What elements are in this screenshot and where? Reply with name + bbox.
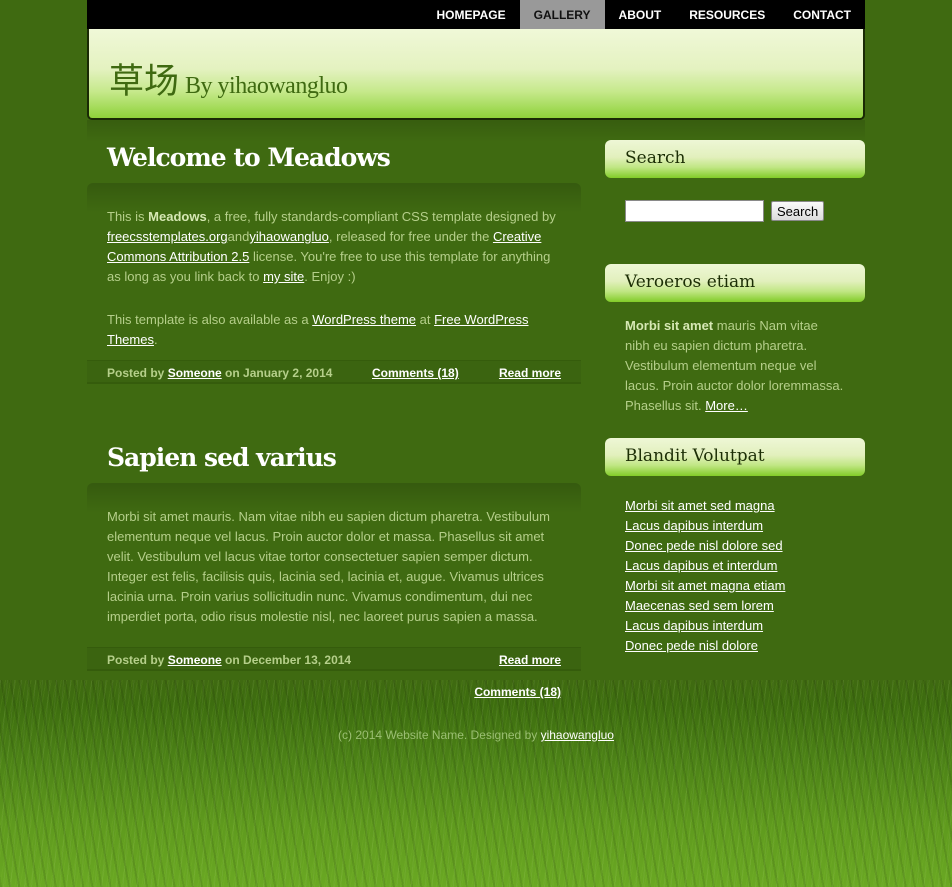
nav-contact[interactable]: CONTACT [779,0,865,30]
link-yihaowangluo[interactable]: yihaowangluo [249,229,329,244]
top-nav-bar: HOMEPAGE GALLERY ABOUT RESOURCES CONTACT [87,0,865,30]
post-entry: This is Meadows, a free, fully standards… [87,183,581,360]
site-footer: (c) 2014 Website Name. Designed by yihao… [0,728,952,742]
bold-text: Meadows [148,209,207,224]
bold-text: Morbi sit amet [625,318,714,333]
sidebar-veroeros: Veroeros etiam Morbi sit amet mauris Nam… [605,264,865,416]
veroeros-text: Morbi sit amet mauris Nam vitae nibh eu … [625,316,845,416]
search-button[interactable]: Search [771,201,825,221]
posted-by-label: Posted by [107,366,168,380]
site-subtitle: By yihaowangluo [185,73,348,99]
list-item: Morbi sit amet sed magna [625,496,845,516]
sidebar-search: Search Search [605,140,865,222]
post-title: Welcome to Meadows [107,143,391,172]
site-logo[interactable]: 草场 By yihaowangluo [109,53,348,104]
sidebar-link[interactable]: Lacus dapibus interdum [625,618,763,633]
sidebar-link[interactable]: Morbi sit amet sed magna [625,498,775,513]
post-title: Sapien sed varius [107,443,337,472]
post-body: Morbi sit amet mauris. Nam vitae nibh eu… [107,509,550,624]
text-fragment: at [416,312,435,327]
veroeros-box-title: Veroeros etiam [605,264,865,302]
post-paragraph: This template is also available as a Wor… [107,310,561,350]
text-fragment: and [227,229,250,244]
sidebar-link[interactable]: Maecenas sed sem lorem [625,598,774,613]
nav-homepage[interactable]: HOMEPAGE [423,0,520,30]
sidebar-link[interactable]: Donec pede nisl dolore [625,638,758,653]
comments-row: Comments (18) [474,680,561,704]
post-meta: Posted by Someone on December 13, 2014 R… [87,647,581,699]
list-item: Donec pede nisl dolore sed [625,536,845,556]
sidebar-link[interactable]: Lacus dapibus et interdum [625,558,777,573]
comments-link[interactable]: Comments (18) [372,361,459,385]
search-input[interactable] [625,200,764,222]
footer-text: (c) 2014 Website Name. Designed by [338,728,541,742]
read-more-link[interactable]: Read more [499,361,561,385]
list-item: Lacus dapibus interdum [625,516,845,536]
text-fragment: This is [107,209,149,224]
post-sapien: Sapien sed varius Morbi sit amet mauris.… [87,443,581,699]
post-date: on December 13, 2014 [221,653,352,667]
list-item: Donec pede nisl dolore [625,636,845,656]
post-entry: Morbi sit amet mauris. Nam vitae nibh eu… [87,483,581,647]
text-fragment: , a free, fully standards-compliant CSS … [206,209,556,224]
text-fragment: , released for free under the [328,229,493,244]
nav-resources[interactable]: RESOURCES [675,0,779,30]
read-more-link[interactable]: Read more [499,648,561,672]
post-welcome: Welcome to Meadows This is Meadows, a fr… [87,143,581,384]
author-link[interactable]: Someone [168,366,222,380]
search-box-body: Search [605,178,865,222]
nav-about[interactable]: ABOUT [605,0,676,30]
header-shadow [87,120,865,142]
posted-by-label: Posted by [107,653,168,667]
post-paragraph: This is Meadows, a free, fully standards… [107,207,561,287]
blandit-box-title: Blandit Volutpat [605,438,865,476]
text-fragment: . [153,332,158,347]
text-fragment: . Enjoy :) [304,269,356,284]
list-item: Maecenas sed sem lorem [625,596,845,616]
text-fragment: This template is also available as a [107,312,313,327]
list-item: Lacus dapibus et interdum [625,556,845,576]
sidebar-link[interactable]: Morbi sit amet magna etiam [625,578,785,593]
post-meta: Posted by Someone on January 2, 2014 Com… [87,360,581,384]
search-form: Search [625,200,845,222]
link-freecsstemplates[interactable]: freecsstemplates.org [107,229,228,244]
link-my-site[interactable]: my site [263,269,304,284]
site-title: 草场 [109,62,180,102]
sidebar-blandit: Blandit Volutpat Morbi sit amet sed magn… [605,438,865,656]
sidebar-link[interactable]: Lacus dapibus interdum [625,518,763,533]
blandit-link-list: Morbi sit amet sed magna Lacus dapibus i… [625,496,845,656]
comments-link[interactable]: Comments (18) [474,685,561,699]
sidebar-link[interactable]: Donec pede nisl dolore sed [625,538,783,553]
site-header: 草场 By yihaowangluo [87,29,865,120]
list-item: Morbi sit amet magna etiam [625,576,845,596]
author-link[interactable]: Someone [168,653,222,667]
main-menu: HOMEPAGE GALLERY ABOUT RESOURCES CONTACT [423,0,865,30]
nav-gallery[interactable]: GALLERY [519,0,605,30]
veroeros-box-body: Morbi sit amet mauris Nam vitae nibh eu … [605,302,865,416]
footer-designer-link[interactable]: yihaowangluo [541,728,614,742]
link-wordpress-theme[interactable]: WordPress theme [312,312,416,327]
grass-background [0,680,952,887]
post-date: on January 2, 2014 [221,366,333,380]
blandit-box-body: Morbi sit amet sed magna Lacus dapibus i… [605,476,865,656]
more-link[interactable]: More… [705,398,748,413]
list-item: Lacus dapibus interdum [625,616,845,636]
search-box-title: Search [605,140,865,178]
